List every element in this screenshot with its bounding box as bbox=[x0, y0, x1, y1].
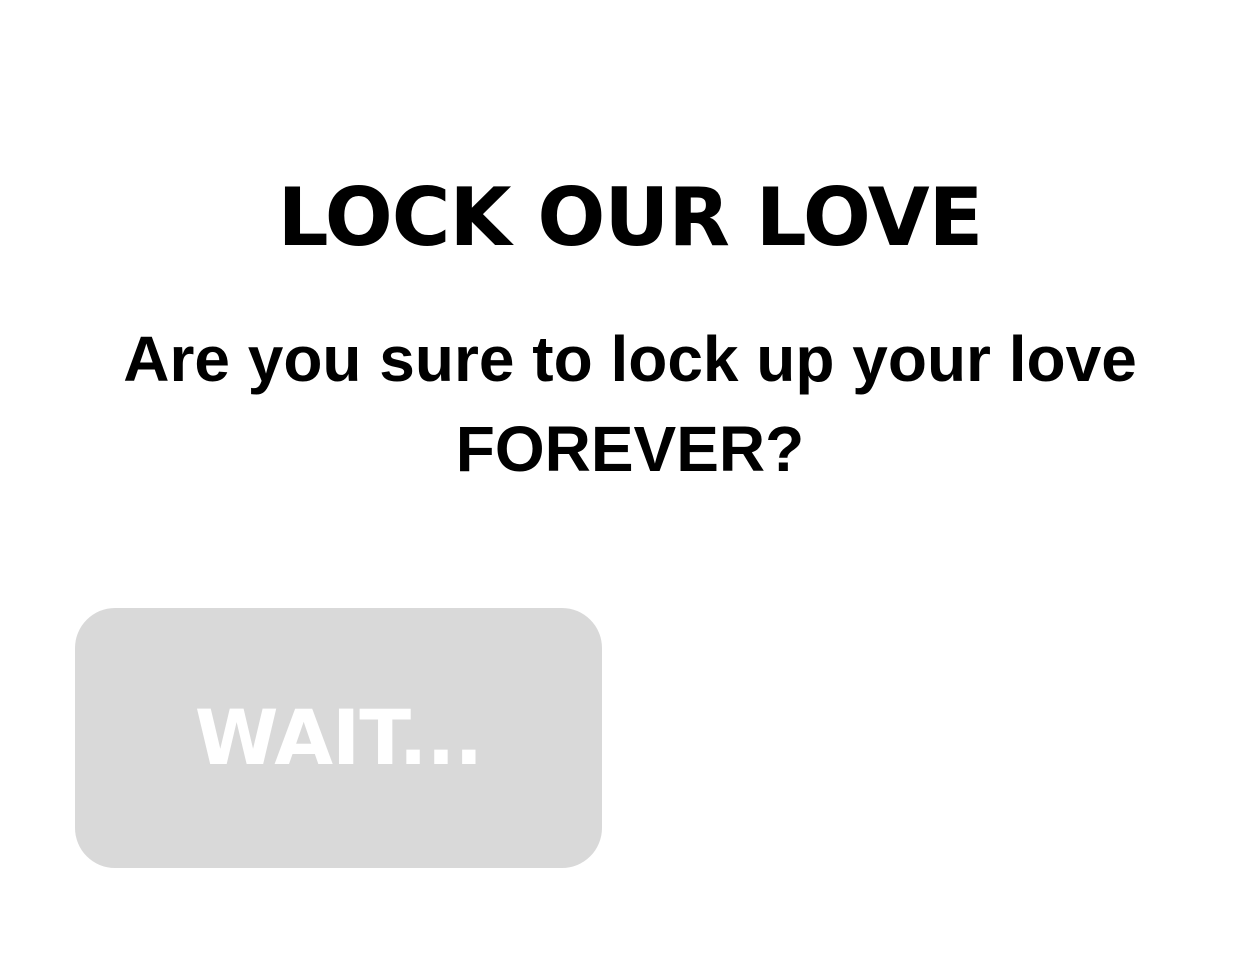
lock-confirmation-page: LOCK OUR LOVE Are you sure to lock up yo… bbox=[0, 0, 1260, 980]
page-title: LOCK OUR LOVE bbox=[277, 171, 984, 264]
wait-button-label: WAIT... bbox=[194, 693, 483, 782]
wait-button[interactable]: WAIT... bbox=[75, 608, 602, 868]
confirmation-question: Are you sure to lock up your love FOREVE… bbox=[123, 323, 1137, 485]
